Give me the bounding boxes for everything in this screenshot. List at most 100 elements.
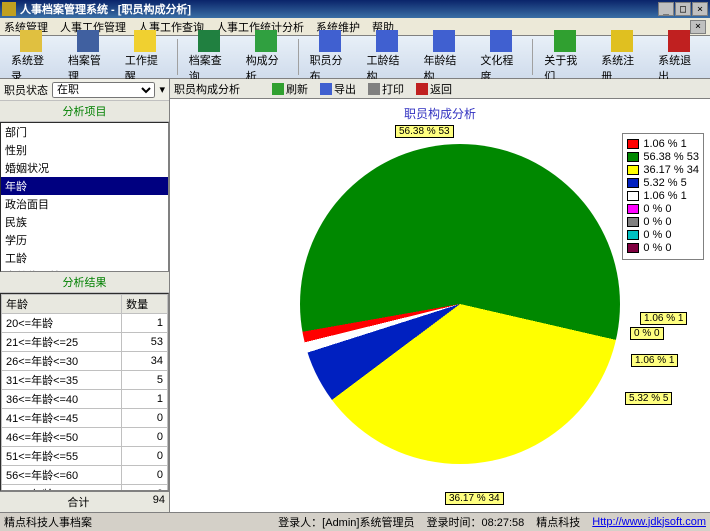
- table-row[interactable]: 21<=年龄<=2553: [2, 333, 168, 352]
- callout-4: 1.06 % 1: [631, 354, 678, 367]
- table-row[interactable]: 36<=年龄<=401: [2, 390, 168, 409]
- legend-label: 0 % 0: [643, 242, 671, 254]
- back-button[interactable]: 返回: [412, 80, 456, 98]
- toolbtn-工作提醒[interactable]: 工作提醒: [118, 27, 173, 87]
- window-title: 人事档案管理系统 - [职员构成分析]: [20, 1, 658, 17]
- analysis-item[interactable]: 年龄: [1, 177, 168, 195]
- legend-item: 1.06 % 1: [627, 190, 699, 202]
- chart-toolbar: 职员构成分析 刷新 导出 打印 返回: [170, 79, 710, 99]
- analysis-item[interactable]: 部门: [1, 123, 168, 141]
- tool-icon: [198, 30, 220, 52]
- statusbar: 精点科技人事档案 登录人：[Admin]系统管理员 登录时间：08:27:58 …: [0, 512, 710, 530]
- status-left: 精点科技人事档案: [4, 514, 144, 530]
- analysis-list: 部门性别婚姻状况年龄政治面目民族学历工龄本单位工龄用工形式技术职称: [0, 122, 169, 272]
- tool-icon: [668, 30, 690, 52]
- legend-swatch: [627, 191, 639, 201]
- legend-item: 1.06 % 1: [627, 138, 699, 150]
- callout-2: 36.17 % 34: [445, 492, 504, 505]
- legend-label: 0 % 0: [643, 229, 671, 241]
- analysis-item[interactable]: 民族: [1, 213, 168, 231]
- table-row[interactable]: 20<=年龄1: [2, 314, 168, 333]
- legend-swatch: [627, 139, 639, 149]
- toolbtn-档案查询[interactable]: 档案查询: [182, 27, 237, 87]
- titlebar: 人事档案管理系统 - [职员构成分析] _ □ ×: [0, 0, 710, 18]
- callout-3: 5.32 % 5: [625, 392, 672, 405]
- col-age[interactable]: 年龄: [2, 295, 122, 314]
- col-count[interactable]: 数量: [122, 295, 168, 314]
- analysis-item[interactable]: 政治面目: [1, 195, 168, 213]
- dropdown-icon[interactable]: ▾: [159, 83, 165, 96]
- chart-area: 职员构成分析 56.38 % 53 36.17 % 34 5.32 % 5 1.…: [170, 99, 710, 512]
- analysis-item[interactable]: 婚姻状况: [1, 159, 168, 177]
- legend-label: 1.06 % 1: [643, 190, 686, 202]
- status-filter-select[interactable]: 在职: [52, 82, 155, 98]
- status-login: 登录人：[Admin]系统管理员: [278, 514, 414, 530]
- maximize-button[interactable]: □: [675, 2, 691, 16]
- refresh-button[interactable]: 刷新: [268, 80, 312, 98]
- tool-icon: [134, 30, 156, 52]
- status-time: 登录时间：08:27:58: [426, 514, 524, 530]
- status-brand: 精点科技: [536, 514, 580, 530]
- table-row[interactable]: 56<=年龄<=600: [2, 466, 168, 485]
- total-row: 合计 94: [0, 491, 169, 512]
- legend-swatch: [627, 152, 639, 162]
- main-toolbar: 系统登录档案管理工作提醒档案查询构成分析职员分布工龄结构年龄结构文化程度关于我们…: [0, 36, 710, 79]
- callout-1: 56.38 % 53: [395, 125, 454, 138]
- toolbtn-关于我们[interactable]: 关于我们: [537, 27, 592, 87]
- legend-swatch: [627, 243, 639, 253]
- toolbtn-职员分布[interactable]: 职员分布: [303, 27, 358, 87]
- tool-icon: [611, 30, 633, 52]
- chart-tab-label: 职员构成分析: [174, 81, 240, 97]
- toolbtn-工龄结构[interactable]: 工龄结构: [360, 27, 415, 87]
- print-button[interactable]: 打印: [364, 80, 408, 98]
- toolbtn-构成分析[interactable]: 构成分析: [239, 27, 294, 87]
- chart-title: 职员构成分析: [404, 105, 476, 122]
- toolbtn-系统退出[interactable]: 系统退出: [651, 27, 706, 87]
- status-url[interactable]: Http://www.jdkjsoft.com: [592, 516, 706, 528]
- app-icon: [2, 2, 16, 16]
- print-icon: [368, 83, 380, 95]
- close-button[interactable]: ×: [692, 2, 708, 16]
- minimize-button[interactable]: _: [658, 2, 674, 16]
- legend-item: 5.32 % 5: [627, 177, 699, 189]
- legend-item: 0 % 0: [627, 229, 699, 241]
- refresh-icon: [272, 83, 284, 95]
- legend-label: 5.32 % 5: [643, 177, 686, 189]
- legend-swatch: [627, 230, 639, 240]
- analysis-item[interactable]: 工龄: [1, 249, 168, 267]
- tool-icon: [376, 30, 398, 52]
- legend-label: 56.38 % 53: [643, 151, 699, 163]
- legend-swatch: [627, 217, 639, 227]
- toolbtn-系统注册[interactable]: 系统注册: [594, 27, 649, 87]
- pie-chart: [300, 144, 620, 464]
- table-row[interactable]: 51<=年龄<=550: [2, 447, 168, 466]
- total-label: 合计: [4, 494, 153, 510]
- export-button[interactable]: 导出: [316, 80, 360, 98]
- table-row[interactable]: 46<=年龄<=500: [2, 428, 168, 447]
- toolbtn-档案管理[interactable]: 档案管理: [61, 27, 116, 87]
- export-icon: [320, 83, 332, 95]
- legend: 1.06 % 156.38 % 5336.17 % 345.32 % 51.06…: [622, 133, 704, 260]
- tool-icon: [554, 30, 576, 52]
- toolbtn-系统登录[interactable]: 系统登录: [4, 27, 59, 87]
- result-table: 年龄 数量 20<=年龄121<=年龄<=255326<=年龄<=303431<…: [0, 293, 169, 491]
- tool-icon: [319, 30, 341, 52]
- tool-icon: [20, 30, 42, 52]
- analysis-item[interactable]: 性别: [1, 141, 168, 159]
- table-row[interactable]: 31<=年龄<=355: [2, 371, 168, 390]
- toolbtn-文化程度[interactable]: 文化程度: [473, 27, 528, 87]
- legend-label: 1.06 % 1: [643, 138, 686, 150]
- callout-5: 0 % 0: [630, 327, 664, 340]
- toolbtn-年龄结构[interactable]: 年龄结构: [416, 27, 471, 87]
- tool-icon: [490, 30, 512, 52]
- tool-icon: [77, 30, 99, 52]
- analysis-item[interactable]: 学历: [1, 231, 168, 249]
- table-row[interactable]: 26<=年龄<=3034: [2, 352, 168, 371]
- legend-swatch: [627, 165, 639, 175]
- legend-swatch: [627, 204, 639, 214]
- legend-label: 36.17 % 34: [643, 164, 699, 176]
- section-result-header: 分析结果: [0, 272, 169, 293]
- legend-item: 36.17 % 34: [627, 164, 699, 176]
- tool-icon: [433, 30, 455, 52]
- table-row[interactable]: 41<=年龄<=450: [2, 409, 168, 428]
